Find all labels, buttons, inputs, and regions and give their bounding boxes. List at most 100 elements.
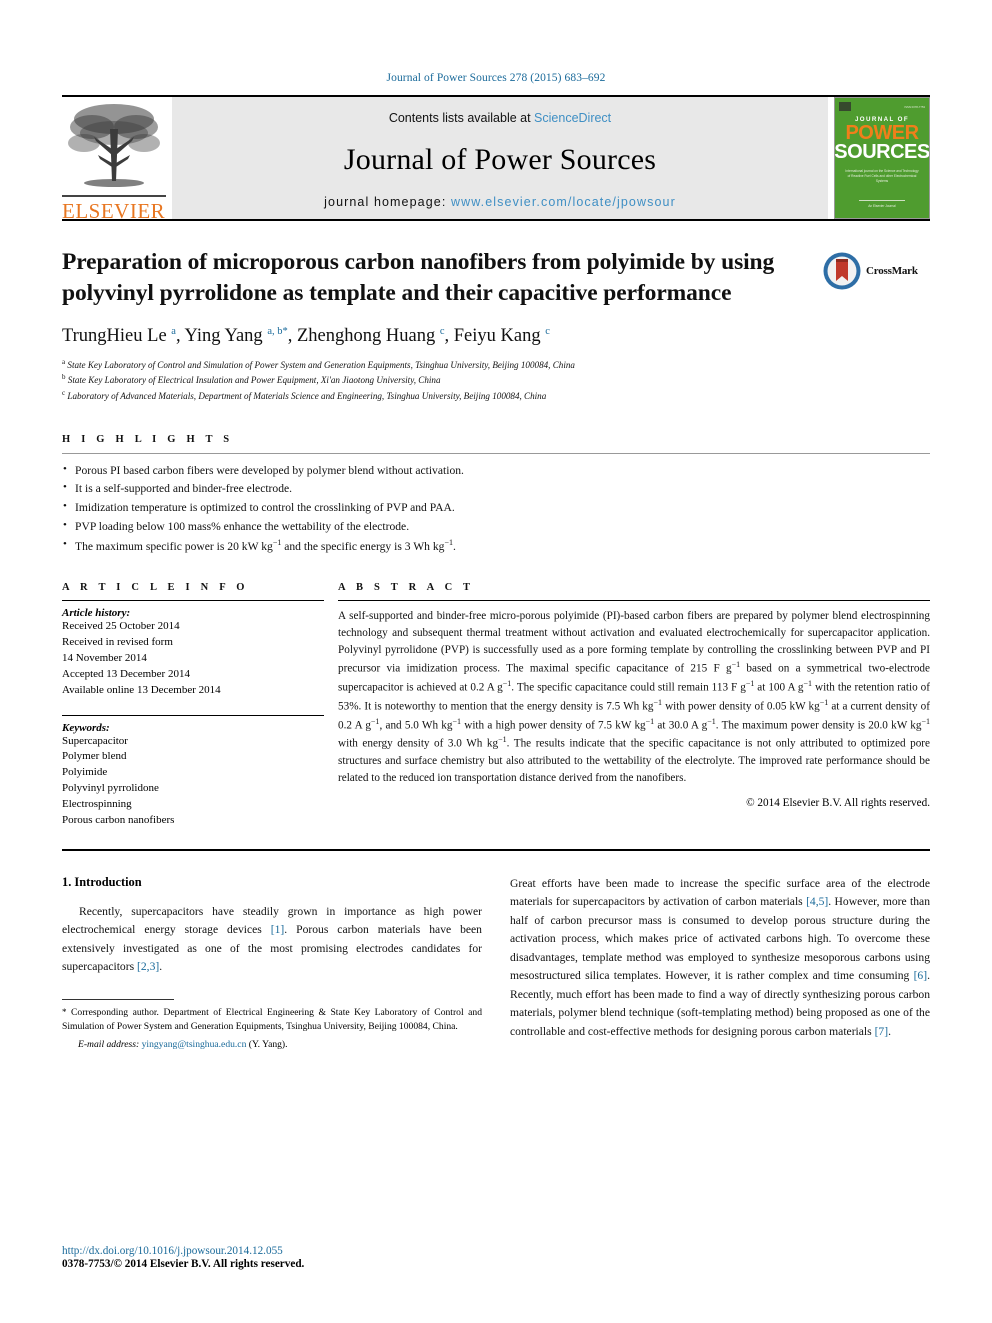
footnote-divider bbox=[62, 998, 174, 1000]
keywords-divider bbox=[62, 714, 324, 716]
author-affil-mark: a, b bbox=[267, 325, 283, 337]
keyword-item: Supercapacitor bbox=[62, 734, 128, 747]
cover-elsevier-icon bbox=[839, 102, 851, 111]
article-history-item: Accepted 13 December 2014 bbox=[62, 667, 190, 680]
keyword-item: Porous carbon nanofibers bbox=[62, 813, 175, 826]
crossmark-label: CrossMark bbox=[866, 265, 918, 277]
author-list: TrungHieu Le a, Ying Yang a, b*, Zhengho… bbox=[62, 325, 550, 346]
contents-line: Contents lists available at ScienceDirec… bbox=[389, 111, 611, 125]
citation-link[interactable]: [7] bbox=[875, 1025, 889, 1038]
highlight-text: Porous PI based carbon fibers were devel… bbox=[75, 463, 464, 477]
keyword-item: Polymer blend bbox=[62, 750, 127, 763]
affiliation-text: State Key Laboratory of Electrical Insul… bbox=[67, 375, 441, 386]
article-info-column: A R T I C L E I N F O Article history: R… bbox=[62, 582, 324, 828]
title-block: CrossMark Preparation of microporous car… bbox=[62, 247, 930, 404]
author-item: Feiyu Kang c bbox=[453, 325, 550, 346]
keywords-title: Keywords: bbox=[62, 721, 110, 734]
crossmark-badge[interactable]: CrossMark bbox=[822, 251, 930, 291]
corresponding-author-note: * Corresponding author. Department of El… bbox=[62, 1006, 482, 1035]
affiliation-item: c Laboratory of Advanced Materials, Depa… bbox=[62, 388, 810, 404]
highlights-heading: H I G H L I G H T S bbox=[62, 433, 234, 445]
author-affil-mark: a bbox=[171, 325, 176, 337]
highlights-section: H I G H L I G H T S Porous PI based carb… bbox=[62, 434, 930, 557]
highlight-text: PVP loading below 100 mass% enhance the … bbox=[75, 520, 410, 534]
abstract-divider bbox=[338, 600, 930, 602]
intro-paragraph-right: Great efforts have been made to increase… bbox=[510, 876, 930, 1038]
copyright-line: © 2014 Elsevier B.V. All rights reserved… bbox=[746, 797, 930, 810]
affiliation-label: b bbox=[62, 373, 66, 382]
keyword-item: Polyvinyl pyrrolidone bbox=[62, 782, 159, 795]
cover-footer-text: An Elsevier Journal bbox=[868, 204, 896, 208]
info-abstract-block: A R T I C L E I N F O Article history: R… bbox=[62, 582, 930, 828]
author-affil-mark: c bbox=[439, 325, 445, 337]
email-suffix: (Y. Yang). bbox=[248, 1038, 288, 1050]
article-history-item: Received in revised form bbox=[62, 636, 173, 649]
intro-paragraph-left: Recently, supercapacitors have steadily … bbox=[62, 904, 482, 974]
masthead-divider bbox=[62, 219, 930, 221]
body-right-column: Great efforts have been made to increase… bbox=[510, 875, 930, 1050]
body-columns: 1. Introduction Recently, supercapacitor… bbox=[62, 875, 930, 1050]
elsevier-tree-icon bbox=[68, 104, 160, 187]
journal-homepage-link[interactable]: www.elsevier.com/locate/jpowsour bbox=[451, 195, 676, 209]
body-left-column: 1. Introduction Recently, supercapacitor… bbox=[62, 875, 482, 1050]
section-title-introduction: 1. Introduction bbox=[62, 874, 142, 889]
affiliation-label: a bbox=[62, 357, 66, 366]
highlight-text: Imidization temperature is optimized to … bbox=[75, 501, 455, 515]
highlights-list: Porous PI based carbon fibers were devel… bbox=[62, 461, 930, 557]
affiliation-label: c bbox=[62, 389, 66, 397]
highlight-item: PVP loading below 100 mass% enhance the … bbox=[62, 517, 930, 537]
affiliation-item: b State Key Laboratory of Electrical Ins… bbox=[62, 372, 810, 388]
cover-issn: ISSN 0378-7753 bbox=[904, 104, 925, 109]
elsevier-rule bbox=[62, 195, 166, 197]
email-link[interactable]: yingyang@tsinghua.edu.cn bbox=[142, 1039, 247, 1050]
elsevier-logo: ELSEVIER bbox=[62, 97, 166, 223]
affiliation-item: a State Key Laboratory of Control and Si… bbox=[62, 357, 810, 373]
contents-prefix: Contents lists available at bbox=[388, 111, 535, 125]
cover-word-sources: SOURCES bbox=[834, 141, 930, 163]
cover-blurb: International journal on the Science and… bbox=[845, 169, 919, 183]
journal-masthead: ELSEVIER Contents lists available at Sci… bbox=[62, 97, 930, 223]
highlight-item: The maximum specific power is 20 kW kg−1… bbox=[62, 536, 930, 557]
page-footer: http://dx.doi.org/10.1016/j.jpowsour.201… bbox=[62, 1245, 304, 1270]
author-affil-mark: c bbox=[545, 325, 550, 337]
article-history-item: 14 November 2014 bbox=[62, 652, 147, 665]
article-history-item: Received 25 October 2014 bbox=[62, 620, 180, 633]
author-item: Ying Yang a, b* bbox=[184, 325, 288, 346]
citation-link[interactable]: [6] bbox=[914, 969, 928, 982]
abstract-column: A B S T R A C T A self-supported and bin… bbox=[338, 582, 930, 828]
article-history-item: Available online 13 December 2014 bbox=[62, 683, 221, 696]
keyword-item: Polyimide bbox=[62, 766, 108, 779]
citation-link[interactable]: [1] bbox=[271, 923, 285, 936]
article-info-divider bbox=[62, 600, 324, 602]
masthead-center: Contents lists available at ScienceDirec… bbox=[172, 97, 828, 219]
journal-cover-thumbnail: ISSN 0378-7753 JOURNAL OF POWER SOURCES … bbox=[834, 97, 930, 219]
citation-link[interactable]: [4,5] bbox=[806, 895, 828, 908]
highlight-item: It is a self-supported and binder-free e… bbox=[62, 479, 930, 499]
email-label: E-mail address: bbox=[78, 1038, 140, 1050]
article-info-heading: A R T I C L E I N F O bbox=[62, 582, 249, 594]
footnote-text: Corresponding author. Department of Elec… bbox=[62, 1006, 482, 1033]
article-page: Journal of Power Sources 278 (2015) 683–… bbox=[0, 0, 992, 1323]
affiliation-text: Laboratory of Advanced Materials, Depart… bbox=[67, 391, 547, 402]
issn-copyright: 0378-7753/© 2014 Elsevier B.V. All right… bbox=[62, 1258, 305, 1270]
affiliation-text: State Key Laboratory of Control and Simu… bbox=[67, 359, 575, 370]
highlight-text: It is a self-supported and binder-free e… bbox=[75, 482, 293, 496]
author-item: Zhenghong Huang c bbox=[296, 325, 445, 346]
abstract-heading: A B S T R A C T bbox=[338, 582, 475, 594]
homepage-prefix: journal homepage: bbox=[324, 195, 451, 209]
page-title: Preparation of microporous carbon nanofi… bbox=[62, 249, 775, 307]
sciencedirect-link[interactable]: ScienceDirect bbox=[534, 111, 611, 125]
body-divider bbox=[62, 848, 930, 851]
citation-link[interactable]: [2,3] bbox=[137, 960, 159, 973]
running-head: Journal of Power Sources 278 (2015) 683–… bbox=[386, 72, 606, 84]
email-line: E-mail address: yingyang@tsinghua.edu.cn… bbox=[62, 1039, 482, 1050]
crossmark-icon bbox=[823, 252, 861, 290]
doi-link[interactable]: http://dx.doi.org/10.1016/j.jpowsour.201… bbox=[62, 1245, 304, 1257]
footnote-star: * bbox=[62, 1006, 67, 1017]
affiliation-list: a State Key Laboratory of Control and Si… bbox=[62, 357, 810, 404]
article-history-title: Article history: bbox=[62, 607, 131, 620]
elsevier-wordmark: ELSEVIER bbox=[62, 199, 166, 223]
journal-title: Journal of Power Sources bbox=[343, 143, 657, 176]
highlight-item: Porous PI based carbon fibers were devel… bbox=[62, 461, 930, 481]
journal-homepage-line: journal homepage: www.elsevier.com/locat… bbox=[324, 195, 676, 209]
